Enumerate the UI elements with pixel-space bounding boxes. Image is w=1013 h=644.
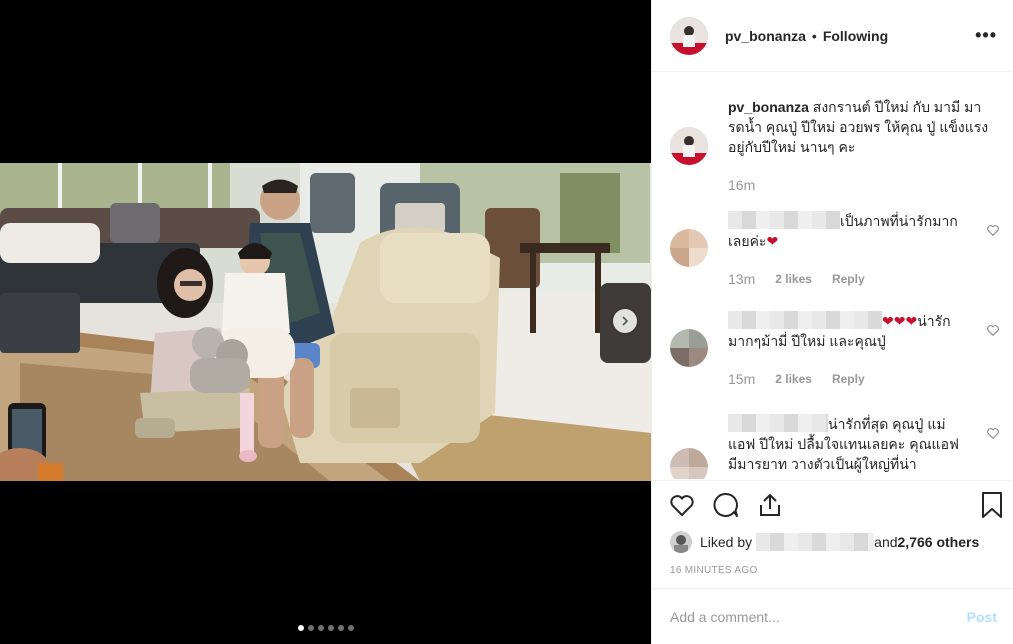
blurred-username[interactable] — [756, 533, 875, 551]
avatar-image — [670, 127, 708, 165]
carousel-dot — [337, 625, 344, 631]
comment-avatar[interactable] — [670, 229, 708, 267]
comment-text: น่ารักที่สุด คุณปู่ แม่แอฟ ปีใหม่ ปลื้มใ… — [728, 414, 968, 474]
caption-time[interactable]: 16m — [728, 177, 755, 193]
blurred-username[interactable] — [728, 311, 882, 329]
avatar-image — [670, 16, 708, 55]
liked-by-and: and — [874, 534, 898, 550]
comment-bubble-icon[interactable] — [712, 491, 740, 519]
reply-button[interactable]: Reply — [832, 369, 865, 389]
add-comment-input[interactable] — [670, 608, 967, 625]
more-options-icon[interactable]: ••• — [975, 25, 997, 46]
like-comment-heart-icon[interactable] — [986, 223, 1000, 237]
comment-likes[interactable]: 2 likes — [775, 269, 812, 289]
post-media — [0, 0, 651, 644]
comment-meta: 15m 2 likes Reply — [728, 369, 865, 389]
liked-by: Liked by and 2,766 others — [670, 531, 979, 553]
caption-avatar[interactable] — [670, 127, 708, 165]
post-actions: Liked by and 2,766 others 16 MINUTES AGO — [652, 480, 1013, 588]
blurred-username[interactable] — [728, 211, 840, 229]
comment-meta: 13m 2 likes Reply — [728, 269, 865, 289]
like-comment-heart-icon[interactable] — [986, 426, 1000, 440]
comment-text: เป็นภาพที่น่ารักมากเลยค่ะ❤ — [728, 211, 968, 251]
comment-avatar[interactable] — [670, 329, 708, 367]
comment-likes[interactable]: 2 likes — [775, 369, 812, 389]
carousel-dot — [307, 625, 314, 631]
caption-username[interactable]: pv_bonanza — [728, 99, 809, 115]
carousel-next-button[interactable] — [613, 309, 637, 333]
header-separator: • — [811, 27, 817, 44]
heart-emoji: ❤ — [766, 233, 779, 249]
post-header: pv_bonanza • Following ••• — [652, 0, 1013, 72]
liked-by-others[interactable]: 2,766 others — [898, 534, 980, 550]
post-comment-button[interactable]: Post — [967, 609, 997, 625]
liked-by-prefix: Liked by — [700, 534, 753, 550]
comment-time[interactable]: 13m — [728, 269, 755, 289]
comment-avatar[interactable] — [670, 448, 708, 479]
carousel-dot — [327, 625, 334, 631]
comment-text: ❤❤❤น่ารักมากๆม้ามี่ ปีใหม่ และคุณปู่ — [728, 311, 968, 351]
post-side-panel: pv_bonanza • Following ••• pv_bonanza สง… — [651, 0, 1013, 644]
liked-by-avatar[interactable] — [670, 531, 692, 553]
chevron-right-icon — [622, 316, 629, 326]
user-avatar[interactable] — [670, 16, 708, 55]
blurred-username[interactable] — [728, 414, 828, 432]
caption-text: pv_bonanza สงกรานต์ ปีใหม่ กับ มามี มารด… — [728, 97, 1000, 157]
like-heart-icon[interactable] — [668, 491, 696, 519]
like-comment-heart-icon[interactable] — [986, 323, 1000, 337]
carousel-dot — [297, 625, 304, 631]
carousel-dots — [0, 625, 651, 631]
blurred-avatar-image — [670, 448, 708, 479]
reply-button[interactable]: Reply — [832, 269, 865, 289]
post-photo[interactable] — [0, 163, 651, 481]
comments-list[interactable]: pv_bonanza สงกรานต์ ปีใหม่ กับ มามี มารด… — [652, 73, 1013, 479]
hearts-emoji: ❤❤❤ — [882, 313, 918, 329]
header-username[interactable]: pv_bonanza — [725, 28, 806, 44]
share-icon[interactable] — [756, 491, 784, 519]
following-button[interactable]: Following — [823, 28, 888, 44]
avatar-image — [670, 531, 692, 553]
carousel-dot — [347, 625, 354, 631]
blurred-avatar-image — [670, 329, 708, 367]
photo-illustration — [0, 163, 651, 481]
action-icons — [668, 491, 1004, 521]
blurred-avatar-image — [670, 229, 708, 267]
post-timestamp[interactable]: 16 MINUTES AGO — [670, 565, 758, 576]
add-comment-bar: Post — [652, 588, 1013, 644]
carousel-dot — [317, 625, 324, 631]
bookmark-icon[interactable] — [980, 491, 1004, 519]
comment-time[interactable]: 15m — [728, 369, 755, 389]
